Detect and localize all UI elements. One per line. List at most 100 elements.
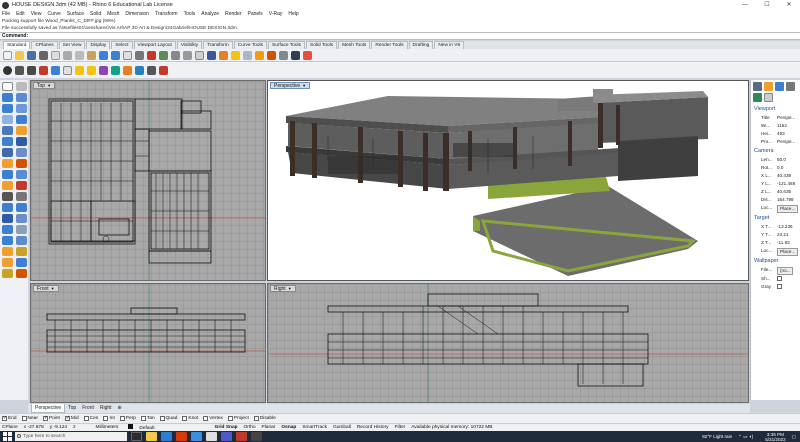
cplane-icon[interactable] <box>207 50 216 60</box>
open-folder-icon[interactable] <box>15 50 24 60</box>
tab-curve-tools[interactable]: Curve Tools <box>233 41 268 49</box>
ghosted-mode-icon[interactable] <box>27 65 36 75</box>
fillet-icon[interactable] <box>2 170 13 179</box>
sphere-icon[interactable] <box>2 148 13 157</box>
osnap-checkbox[interactable] <box>83 416 89 421</box>
tab-visibility[interactable]: Visibility <box>176 41 203 49</box>
tray-icons[interactable]: ⌃ ▭ ◖) <box>738 434 753 440</box>
import-icon[interactable] <box>51 50 60 60</box>
osnap-near[interactable]: Near <box>21 416 38 421</box>
mesh-icon[interactable] <box>2 159 13 168</box>
polyline-icon[interactable] <box>16 93 27 102</box>
rotate-view-icon[interactable] <box>135 50 144 60</box>
planar-toggle[interactable]: Planar <box>262 425 276 430</box>
tab-render-tools[interactable]: Render Tools <box>371 41 408 49</box>
scale-icon[interactable] <box>2 225 13 234</box>
outlook-icon[interactable] <box>191 432 202 441</box>
menu-file[interactable]: File <box>2 10 10 18</box>
osnap-perp[interactable]: Perp <box>119 416 136 421</box>
menu-dimension[interactable]: Dimension <box>125 10 149 18</box>
options-icon[interactable] <box>303 50 312 60</box>
menu-transform[interactable]: Transform <box>155 10 178 18</box>
camera-place-button[interactable]: Place... <box>777 205 799 213</box>
grid-snap-toggle[interactable]: Grid Snap <box>215 425 238 430</box>
light-icon[interactable] <box>75 65 84 75</box>
menu-curve[interactable]: Curve <box>47 10 60 18</box>
vray-frame-buffer-icon[interactable] <box>135 65 144 75</box>
office-icon[interactable] <box>176 432 187 441</box>
ortho-toggle[interactable]: Ortho <box>244 425 256 430</box>
wireframe-mode-icon[interactable] <box>15 65 24 75</box>
new-file-icon[interactable] <box>3 50 12 60</box>
surface-icon[interactable] <box>2 137 13 146</box>
line-icon[interactable] <box>2 93 13 102</box>
point-icon[interactable] <box>16 82 27 91</box>
rotate-icon[interactable] <box>16 214 27 223</box>
viewport-title-top[interactable]: Top ▼ <box>33 82 56 89</box>
gray-wallpaper-checkbox[interactable] <box>777 284 782 289</box>
smarttrack-toggle[interactable]: SmartTrack <box>302 425 327 430</box>
osnap-checkbox[interactable] <box>140 416 146 421</box>
menu-surface[interactable]: Surface <box>67 10 84 18</box>
perspective-viewport[interactable]: Perspective ▼ <box>267 80 749 281</box>
minimize-button[interactable]: — <box>734 0 756 10</box>
tab-cplanes[interactable]: CPlanes <box>31 41 58 49</box>
top-viewport[interactable]: Top ▼ <box>30 80 266 281</box>
select-arrow-icon[interactable] <box>2 82 13 91</box>
hide-icon[interactable] <box>231 50 240 60</box>
undo-icon[interactable] <box>99 50 108 60</box>
redo-icon[interactable] <box>111 50 120 60</box>
split-icon[interactable] <box>2 192 13 201</box>
osnap-point[interactable]: Point <box>42 415 60 421</box>
osnap-checkbox[interactable] <box>103 416 109 421</box>
dimension-icon[interactable] <box>16 236 27 245</box>
polygon-icon[interactable] <box>2 126 13 135</box>
view-tab-front[interactable]: Front <box>79 404 97 413</box>
osnap-project[interactable]: Project <box>227 416 249 421</box>
shaded-mode-icon[interactable] <box>3 65 12 75</box>
osnap-int[interactable]: Int <box>103 416 115 421</box>
filter-toggle[interactable]: Filter <box>395 425 406 430</box>
viewport-properties-icon[interactable] <box>63 65 72 75</box>
pan-icon[interactable] <box>123 50 132 60</box>
layer-icon[interactable] <box>255 50 264 60</box>
join-icon[interactable] <box>16 192 27 201</box>
libraries-icon[interactable] <box>764 93 773 102</box>
osnap-disable[interactable]: Disable <box>253 416 276 421</box>
osnap-checkbox[interactable] <box>253 416 259 421</box>
explode-icon[interactable] <box>2 203 13 212</box>
command-prompt[interactable]: Command: <box>0 32 800 40</box>
clock[interactable]: 3:36 PM 5/31/2022 <box>759 432 785 442</box>
rendered-mode-icon[interactable] <box>39 65 48 75</box>
show-wallpaper-checkbox[interactable] <box>777 276 782 281</box>
osnap-icon[interactable] <box>16 247 27 256</box>
move-icon[interactable] <box>16 203 27 212</box>
file-explorer-icon[interactable] <box>146 432 157 441</box>
vray-asset-icon[interactable] <box>111 65 120 75</box>
menu-analyze[interactable]: Analyze <box>201 10 219 18</box>
menu-tools[interactable]: Tools <box>184 10 196 18</box>
notification-icon[interactable]: ▢ <box>792 434 796 440</box>
vray-render-icon[interactable] <box>99 65 108 75</box>
offset-icon[interactable] <box>16 170 27 179</box>
render-preview-icon[interactable] <box>2 258 13 267</box>
save-icon[interactable] <box>27 50 36 60</box>
view-tab-right[interactable]: Right <box>97 404 115 413</box>
tab-solid-tools[interactable]: Solid Tools <box>306 41 338 49</box>
osnap-checkbox[interactable] <box>227 416 233 421</box>
osnap-checkbox[interactable] <box>159 416 165 421</box>
teams-icon[interactable] <box>221 432 232 441</box>
menu-mesh[interactable]: Mesh <box>107 10 119 18</box>
properties-icon[interactable] <box>267 50 276 60</box>
layer-manager-icon[interactable] <box>16 258 27 267</box>
weather-widget[interactable]: 82°F Light rain <box>702 434 732 439</box>
osnap-checkbox[interactable] <box>64 415 70 421</box>
viewport-title-perspective[interactable]: Perspective ▼ <box>270 82 311 89</box>
tab-viewport-layout[interactable]: Viewport Layout <box>133 41 176 49</box>
vray-interactive-icon[interactable] <box>159 65 168 75</box>
materials-icon[interactable] <box>291 50 300 60</box>
copy-object-icon[interactable] <box>2 214 13 223</box>
menu-render[interactable]: Render <box>225 10 241 18</box>
help-icon[interactable] <box>786 82 795 91</box>
viewport-title-right[interactable]: Right ▼ <box>270 285 296 292</box>
